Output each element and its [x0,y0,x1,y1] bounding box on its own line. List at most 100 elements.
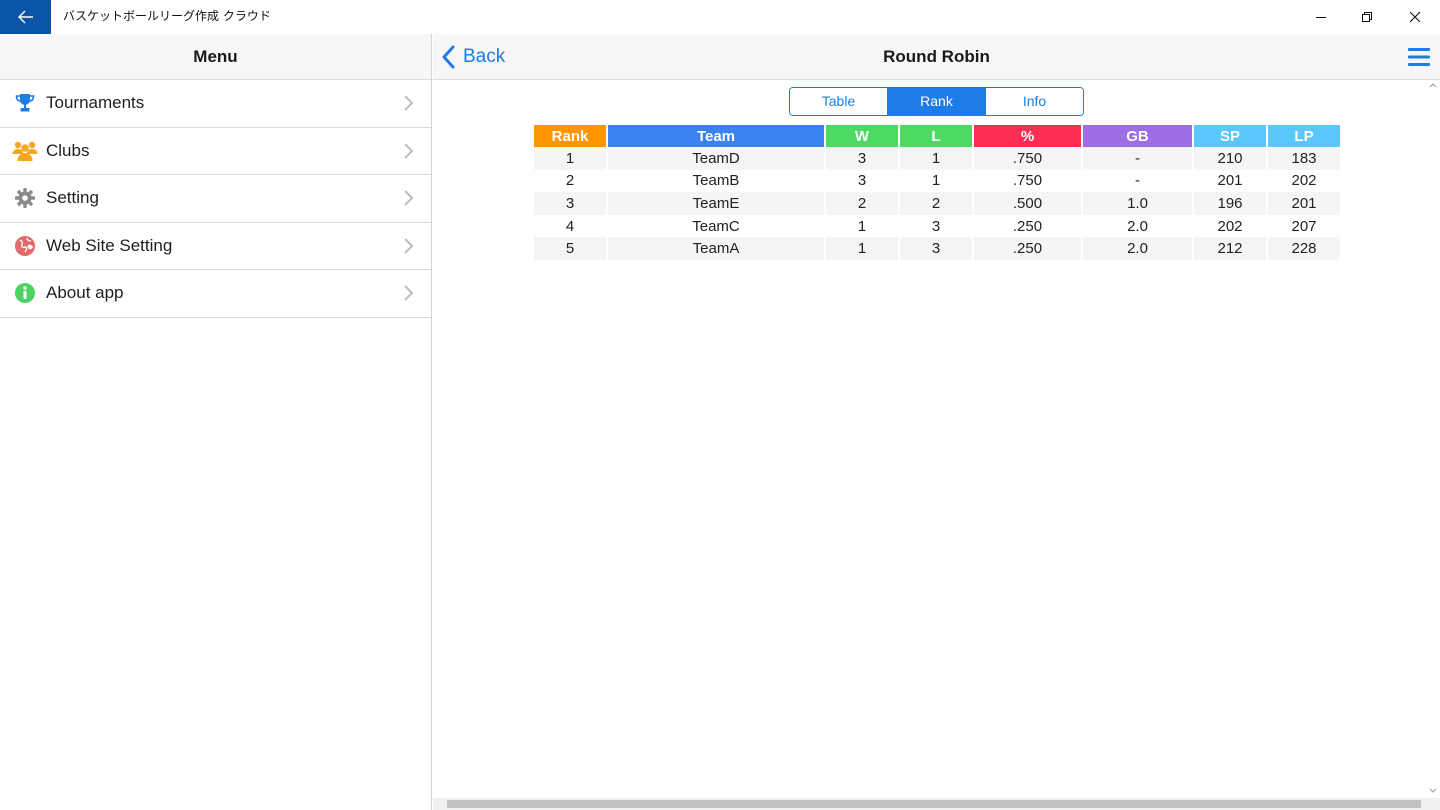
standings-header-row: Rank Team W L% GB SP LP [534,125,1340,147]
column-header: LP [1268,125,1340,147]
table-cell: 2 [534,169,606,193]
table-cell: 202 [1194,214,1266,238]
table-cell: .250 [974,237,1081,260]
table-row: 4 TeamC 1 3.250 2.0 202 207 [534,214,1340,238]
column-header: W [826,125,898,147]
table-cell: - [1083,147,1192,170]
chevron-right-icon [404,238,414,254]
table-cell: 2 [826,192,898,215]
table-cell: - [1083,169,1192,193]
table-cell: 1 [900,169,972,193]
table-cell: TeamD [608,147,824,170]
sidebar-item-about-app[interactable]: About app [0,270,431,318]
table-cell: 3 [900,237,972,260]
table-cell: TeamB [608,169,824,193]
table-cell: 4 [534,214,606,238]
table-row: 3 TeamE 2 2.500 1.0 196 201 [534,192,1340,215]
table-cell: 210 [1194,147,1266,170]
horizontal-scroll-thumb[interactable] [447,800,1421,808]
page-title: Round Robin [883,47,990,66]
sidebar-item-clubs[interactable]: Clubs [0,128,431,175]
table-row: 1 TeamD 3 1.750-210 183 [534,147,1340,170]
sidebar-item-setting[interactable]: Setting [0,175,431,223]
column-header: L [900,125,972,147]
column-header: GB [1083,125,1192,147]
table-cell: TeamC [608,214,824,238]
trophy-icon [12,90,38,116]
table-cell: .250 [974,214,1081,238]
chevron-right-icon [404,95,414,111]
chevron-right-icon [404,285,414,301]
table-cell: 2.0 [1083,214,1192,238]
table-cell: 3 [900,214,972,238]
table-cell: 3 [826,147,898,170]
close-icon [1409,11,1421,23]
table-cell: 1 [534,147,606,170]
column-header: SP [1194,125,1266,147]
main-header: Back Round Robin [433,34,1440,80]
hamburger-menu-icon[interactable] [1408,48,1430,66]
table-row: 2 TeamB 3 1.750-201 202 [534,169,1340,193]
table-cell: 1 [826,214,898,238]
globe-icon [12,233,38,259]
window-title: バスケットボールリーグ作成 クラウド [63,9,271,23]
table-cell: 207 [1268,214,1340,238]
table-cell: .750 [974,147,1081,170]
table-cell: .500 [974,192,1081,215]
table-cell: TeamE [608,192,824,215]
view-segmented-control: Table Rank Info [789,87,1084,116]
minimize-button[interactable] [1298,0,1344,34]
table-cell: 1 [900,147,972,170]
sidebar-item-label: Setting [46,188,99,208]
sidebar-item-web-site-setting[interactable]: Web Site Setting [0,223,431,270]
restore-button[interactable] [1344,0,1390,34]
tab-info[interactable]: Info [985,88,1083,115]
arrow-left-icon [17,10,33,24]
table-cell: .750 [974,169,1081,193]
scroll-up-icon [1429,83,1437,88]
table-cell: 1.0 [1083,192,1192,215]
tab-rank[interactable]: Rank [887,88,985,115]
standings-table: Rank Team W L% GB SP LP 1 TeamD 3 1.750-210 183 2 Te… [532,125,1342,260]
minimize-icon [1316,17,1326,18]
sidebar-item-tournaments[interactable]: Tournaments [0,80,431,128]
vertical-scrollbar[interactable] [1426,80,1440,796]
scroll-down-icon [1429,788,1437,793]
chevron-right-icon [404,190,414,206]
gear-icon [12,185,38,211]
table-cell: 183 [1268,147,1340,170]
restore-icon [1362,12,1372,22]
table-cell: 2.0 [1083,237,1192,260]
table-cell: 5 [534,237,606,260]
column-header: Rank [534,125,606,147]
sidebar-item-label: Web Site Setting [46,235,173,255]
table-cell: 1 [826,237,898,260]
table-cell: 202 [1268,169,1340,193]
tab-table[interactable]: Table [790,88,887,115]
table-cell: 3 [534,192,606,215]
table-cell: 3 [826,169,898,193]
table-cell: 228 [1268,237,1340,260]
window-back-button[interactable] [0,0,51,34]
close-button[interactable] [1392,0,1438,34]
horizontal-scrollbar[interactable] [433,798,1440,810]
window-titlebar: バスケットボールリーグ作成 クラウド [0,0,1440,34]
table-row: 5 TeamA 1 3.250 2.0 212 228 [534,237,1340,260]
table-cell: 196 [1194,192,1266,215]
table-cell: 2 [900,192,972,215]
table-cell: 212 [1194,237,1266,260]
chevron-right-icon [404,143,414,159]
sidebar-item-label: About app [46,283,124,303]
sidebar-item-label: Clubs [46,140,90,160]
info-icon [12,280,38,306]
table-cell: TeamA [608,237,824,260]
main-panel: Back Round Robin Table Rank Info Rank Tea… [433,34,1440,810]
sidebar: Menu Tournaments Clubs Setting Web Site … [0,34,432,810]
table-cell: 201 [1194,169,1266,193]
column-header: Team [608,125,824,147]
table-cell: 201 [1268,192,1340,215]
people-icon [12,138,38,164]
sidebar-item-label: Tournaments [46,93,145,113]
sidebar-header: Menu [0,34,431,80]
column-header: % [974,125,1081,147]
